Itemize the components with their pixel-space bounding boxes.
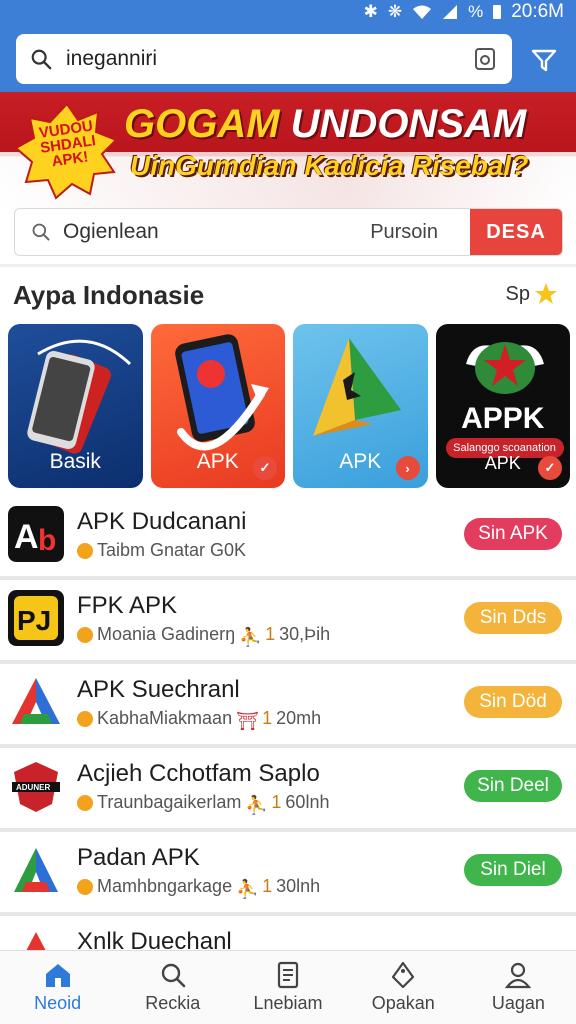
battery-percent: % (468, 2, 484, 21)
app-name: APK Dudcanani (77, 508, 247, 535)
star-icon (535, 283, 557, 304)
install-button[interactable]: Sin Deel (464, 770, 562, 802)
nav-label: Neoid (34, 993, 82, 1013)
list-item[interactable]: PJ FPK APK Moania Gadinerŋ ⛹ 1 30,Þih Sin D… (0, 580, 576, 664)
search-icon (32, 223, 50, 241)
app-meta: Taibm Gnatar G0K (77, 540, 246, 561)
app-icon-pj: PJ (8, 590, 64, 646)
app-meta: Mamhbngarkage ⛹ 1 30lnh (77, 876, 320, 899)
nav-search[interactable]: Reckia (115, 951, 230, 1024)
banner-subtitle: UinGumdian Kadicia Risebal? (130, 150, 529, 181)
banner-title-highlight: GOGAM (124, 102, 280, 146)
download-badge-icon: ✓ (253, 456, 277, 480)
app-name: FPK APK (77, 592, 178, 619)
search-input[interactable]: ineganniri (66, 47, 472, 71)
banner-title-rest: UNDONSAM (279, 102, 527, 146)
section-title: Aypa Indonasie (13, 280, 205, 310)
nav-offers[interactable]: Opakan (346, 951, 461, 1024)
divider (0, 264, 576, 267)
check-badge-icon: ✓ (538, 456, 562, 480)
install-button[interactable]: Sin Dds (464, 602, 562, 634)
user-icon (505, 962, 532, 989)
install-button[interactable]: Sin APK (464, 518, 562, 550)
section-more-label: Sp (505, 282, 530, 305)
bag-icon (77, 542, 93, 559)
search-bar[interactable]: ineganniri (16, 34, 512, 84)
svg-text:ADUNER: ADUNER (16, 783, 50, 792)
wifi-icon (413, 5, 432, 19)
person-icon: ⛹ (245, 794, 268, 815)
app-meta: Traunbagaikerlam ⛹ 1 60lnh (77, 792, 329, 815)
app-meta: KabhaMiakmaan ⛩ 1 20mh (77, 708, 321, 731)
secondary-search-label[interactable]: Pursoin (370, 221, 438, 244)
temple-icon: ⛩ (236, 710, 259, 731)
status-bar: ✱ ❋ % 20:6M (364, 0, 564, 24)
bag-icon (77, 710, 93, 727)
app-name: Acjieh Cchotfam Saplo (77, 760, 320, 787)
filter-button[interactable] (528, 44, 560, 76)
featured-card-label: Basik (49, 450, 101, 473)
banner-title: GOGAM UNDONSAM (124, 102, 526, 147)
app-icon-shield: ADUNER (8, 758, 64, 814)
scan-icon[interactable] (472, 46, 498, 72)
person-icon: ⛹ (239, 626, 262, 647)
app-meta: Moania Gadinerŋ ⛹ 1 30,Þih (77, 624, 330, 647)
vibrate-icon: ❋ (387, 2, 403, 21)
status-time: 20:6M (511, 1, 564, 22)
nav-label: Opakan (371, 993, 435, 1013)
featured-card-appk[interactable]: APPK Salanggo scoanation APK ✓ (435, 324, 570, 488)
bluetooth-icon: ✱ (363, 2, 378, 21)
search-icon (31, 49, 52, 70)
nav-label: Reckia (145, 993, 201, 1013)
app-name: Padan APK (77, 844, 200, 871)
signal-icon (443, 5, 458, 19)
app-header: ✱ ❋ % 20:6M ineganniri (0, 0, 576, 92)
featured-card-apk-1[interactable]: APK ✓ (150, 324, 285, 488)
app-icon-a (8, 674, 64, 730)
arrow-badge-icon: › (395, 456, 420, 480)
battery-icon (493, 5, 502, 19)
list-item[interactable]: Ab APK Dudcanani Taibm Gnatar G0K Sin AP… (0, 496, 576, 580)
desa-button[interactable]: DESA (470, 209, 562, 255)
app-icon-ab: Ab (8, 506, 64, 562)
install-button[interactable]: Sin Diel (464, 854, 562, 886)
app-list: Ab APK Dudcanani Taibm Gnatar G0K Sin AP… (0, 496, 576, 1000)
featured-card-apk-2[interactable]: APK › (293, 324, 428, 488)
bottom-nav: Neoid Reckia Lnebiam Opakan Uagan (0, 950, 576, 1024)
secondary-search-input[interactable]: Ogienlean (63, 220, 370, 244)
nav-home[interactable]: Neoid (0, 951, 115, 1024)
tag-icon (392, 961, 415, 989)
rating-icon (77, 626, 93, 643)
nav-account[interactable]: Uagan (461, 951, 576, 1024)
search-icon (161, 963, 186, 988)
secondary-search[interactable]: Ogienlean Pursoin DESA (14, 208, 563, 256)
install-button[interactable]: Sin Död (464, 686, 562, 718)
nav-label: Uagan (491, 993, 545, 1013)
featured-card-basik[interactable]: Basik (8, 324, 143, 488)
flame-icon (77, 878, 93, 895)
svg-text:PJ: PJ (17, 605, 51, 636)
document-icon (277, 961, 299, 989)
rating-icon (77, 794, 93, 811)
app-name: APK Suechranl (77, 676, 240, 703)
list-item[interactable]: Padan APK Mamhbngarkage ⛹ 1 30lnh Sin Diel (0, 832, 576, 916)
nav-label: Lnebiam (253, 993, 323, 1013)
list-item[interactable]: ADUNER Acjieh Cchotfam Saplo Traunbagaik… (0, 748, 576, 832)
app-icon-arrow (8, 842, 64, 898)
featured-card-brand: APPK (461, 402, 545, 435)
featured-apps: Basik APK ✓ APK › APPK Salanggo scoanati… (8, 324, 570, 488)
svg-text:A: A (14, 518, 39, 556)
nav-library[interactable]: Lnebiam (230, 951, 345, 1024)
person-icon: ⛹ (236, 878, 259, 899)
promo-banner[interactable]: VUDOU SHDALI APK! GOGAM UNDONSAM UinGumd… (0, 92, 576, 208)
home-icon (45, 964, 70, 987)
list-item[interactable]: APK Suechranl KabhaMiakmaan ⛩ 1 20mh Sin Dö… (0, 664, 576, 748)
filter-icon (531, 49, 557, 72)
svg-text:b: b (38, 524, 56, 557)
section-more-link[interactable]: Sp (506, 282, 558, 306)
